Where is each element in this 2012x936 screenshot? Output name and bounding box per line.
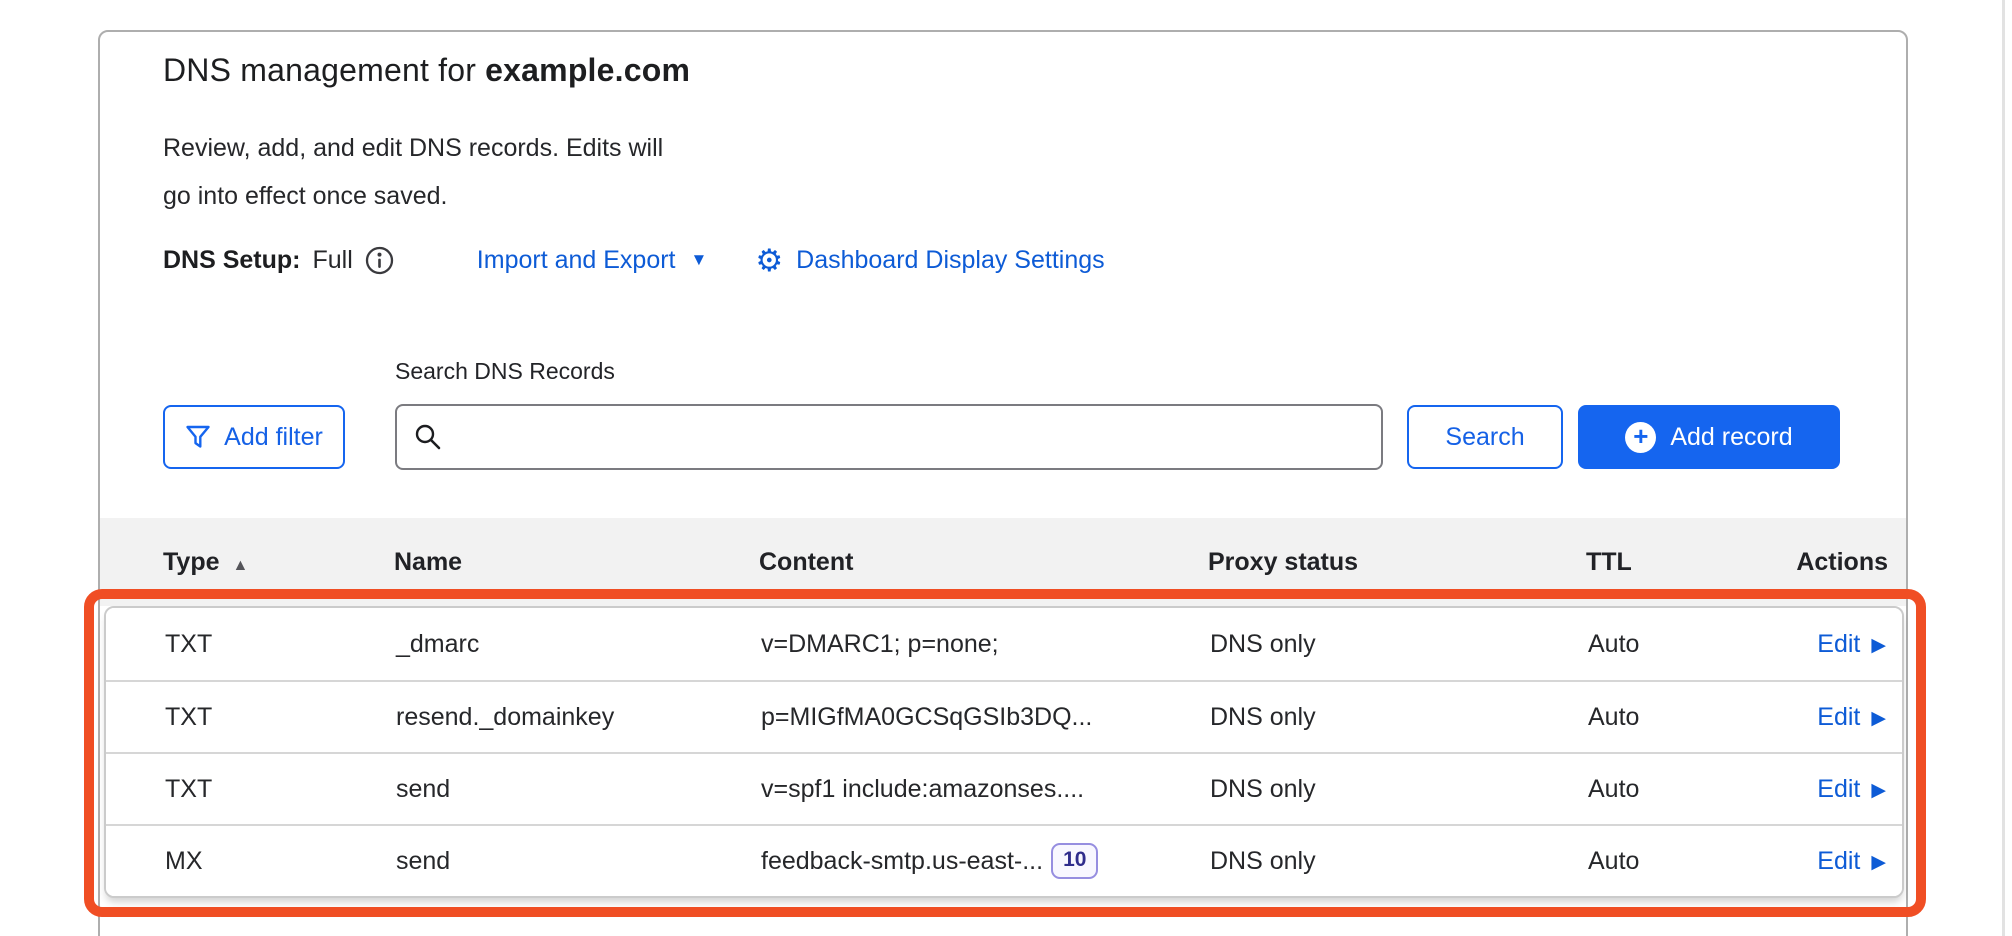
cell-proxy-status: DNS only (1210, 630, 1588, 659)
edit-label: Edit (1817, 703, 1860, 732)
dns-setup-row: DNS Setup: Full Import and Export ▼ ⚙ Da… (163, 238, 1105, 282)
page-title: DNS management for example.com (163, 52, 690, 89)
dashboard-display-settings-link[interactable]: ⚙ Dashboard Display Settings (755, 245, 1104, 276)
table-row[interactable]: TXT _dmarc v=DMARC1; p=none; DNS only Au… (106, 608, 1902, 680)
page-title-domain: example.com (485, 52, 690, 88)
import-export-label: Import and Export (477, 246, 676, 275)
dns-setup-label: DNS Setup: (163, 246, 301, 275)
cell-content: v=spf1 include:amazonses.... (761, 775, 1084, 804)
table-row[interactable]: TXT send v=spf1 include:amazonses.... DN… (106, 752, 1902, 824)
import-export-link[interactable]: Import and Export ▼ (477, 246, 708, 275)
cell-type: MX (165, 847, 396, 876)
cell-content: feedback-smtp.us-east-... (761, 847, 1043, 876)
info-icon[interactable] (364, 245, 395, 276)
table-row[interactable]: TXT resend._domainkey p=MIGfMA0GCSqGSIb3… (106, 680, 1902, 752)
edit-record-link[interactable]: Edit ▶ (1792, 703, 1886, 732)
add-record-label: Add record (1670, 423, 1792, 452)
cell-proxy-status: DNS only (1210, 703, 1588, 732)
search-input[interactable] (395, 404, 1383, 470)
column-header-actions: Actions (1790, 548, 1888, 577)
cell-name: resend._domainkey (396, 703, 761, 732)
cell-ttl: Auto (1588, 775, 1792, 804)
window-edge-line (2002, 0, 2005, 936)
edit-label: Edit (1817, 775, 1860, 804)
search-input-wrap (395, 404, 1383, 470)
chevron-right-icon: ▶ (1871, 779, 1886, 800)
cell-ttl: Auto (1588, 630, 1792, 659)
edit-record-link[interactable]: Edit ▶ (1792, 775, 1886, 804)
edit-label: Edit (1817, 630, 1860, 659)
chevron-right-icon: ▶ (1871, 851, 1886, 872)
column-header-name[interactable]: Name (394, 548, 759, 577)
chevron-right-icon: ▶ (1871, 634, 1886, 655)
column-header-content[interactable]: Content (759, 548, 1208, 577)
edit-record-link[interactable]: Edit ▶ (1792, 630, 1886, 659)
search-field-label: Search DNS Records (395, 358, 615, 385)
table-row[interactable]: MX send feedback-smtp.us-east-... 10 DNS… (106, 824, 1902, 896)
page-title-prefix: DNS management for (163, 52, 485, 88)
page-description-line1: Review, add, and edit DNS records. Edits… (163, 124, 663, 172)
cell-ttl: Auto (1588, 703, 1792, 732)
cell-type: TXT (165, 703, 396, 732)
cell-proxy-status: DNS only (1210, 847, 1588, 876)
search-button-label: Search (1445, 423, 1524, 452)
mx-priority-badge: 10 (1051, 843, 1098, 878)
add-filter-button[interactable]: Add filter (163, 405, 345, 469)
filter-funnel-icon (185, 424, 211, 450)
cell-name: _dmarc (396, 630, 761, 659)
add-record-button[interactable]: + Add record (1578, 405, 1840, 469)
dashboard-display-settings-label: Dashboard Display Settings (796, 246, 1105, 275)
dns-setup-value: Full (313, 246, 353, 275)
cell-name: send (396, 775, 761, 804)
chevron-down-icon: ▼ (691, 250, 708, 270)
cell-proxy-status: DNS only (1210, 775, 1588, 804)
dns-management-page: DNS management for example.com Review, a… (0, 0, 2012, 936)
cell-content: p=MIGfMA0GCSqGSIb3DQ... (761, 703, 1092, 732)
add-filter-label: Add filter (224, 423, 323, 452)
column-header-proxy-status[interactable]: Proxy status (1208, 548, 1586, 577)
plus-icon: + (1625, 422, 1656, 453)
cell-type: TXT (165, 775, 396, 804)
gear-icon: ⚙ (755, 245, 783, 276)
search-button[interactable]: Search (1407, 405, 1563, 469)
cell-content: v=DMARC1; p=none; (761, 630, 999, 659)
cell-name: send (396, 847, 761, 876)
column-header-ttl[interactable]: TTL (1586, 548, 1790, 577)
table-header-row: Type▲ Name Content Proxy status TTL Acti… (100, 518, 1906, 606)
page-description-line2: go into effect once saved. (163, 172, 663, 220)
cell-type: TXT (165, 630, 396, 659)
sort-ascending-icon: ▲ (233, 557, 249, 574)
page-description: Review, add, and edit DNS records. Edits… (163, 124, 663, 220)
cell-ttl: Auto (1588, 847, 1792, 876)
column-header-type[interactable]: Type▲ (163, 548, 394, 577)
edit-record-link[interactable]: Edit ▶ (1792, 847, 1886, 876)
edit-label: Edit (1817, 847, 1860, 876)
chevron-right-icon: ▶ (1871, 707, 1886, 728)
dns-records-table: TXT _dmarc v=DMARC1; p=none; DNS only Au… (104, 606, 1904, 898)
